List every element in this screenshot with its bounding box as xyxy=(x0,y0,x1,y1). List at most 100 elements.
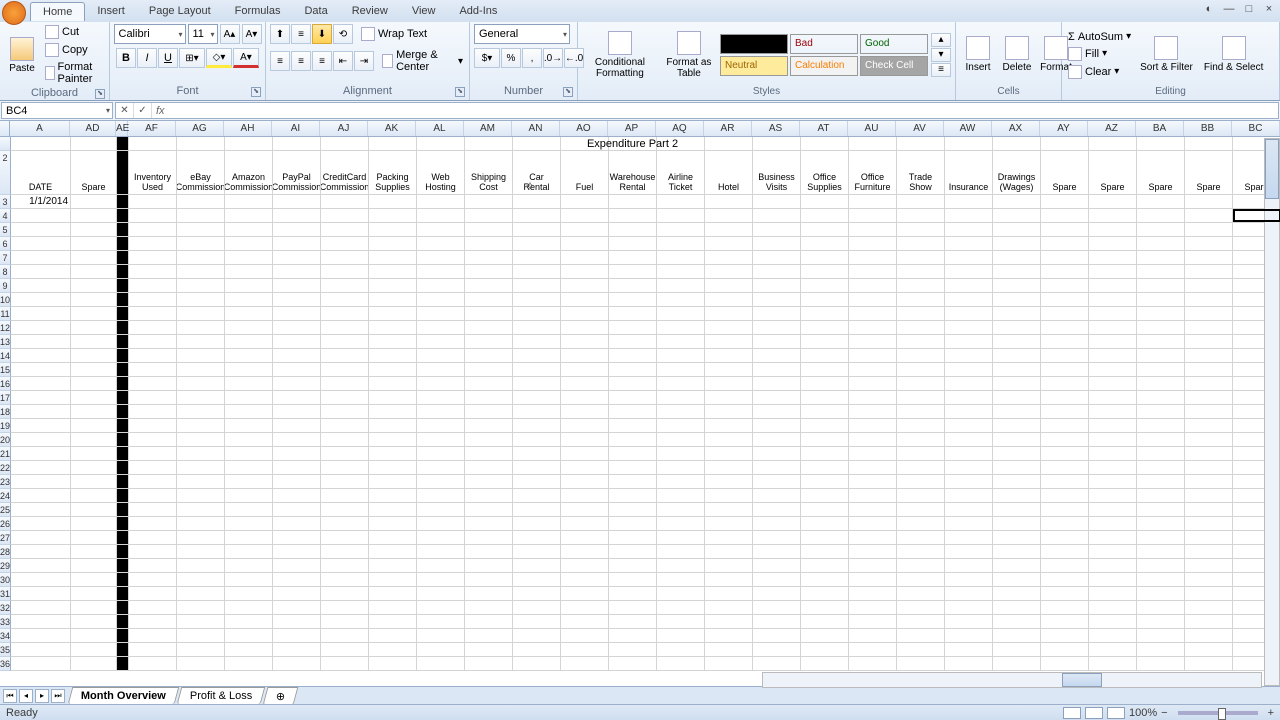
cell[interactable] xyxy=(513,335,561,348)
cell[interactable] xyxy=(225,209,273,222)
cell[interactable] xyxy=(417,195,465,208)
cell[interactable] xyxy=(993,405,1041,418)
cell[interactable] xyxy=(1041,629,1089,642)
cell[interactable] xyxy=(225,657,273,670)
header-cell[interactable] xyxy=(117,151,129,194)
cell[interactable] xyxy=(897,223,945,236)
cell[interactable] xyxy=(321,447,369,460)
cell[interactable] xyxy=(1137,531,1185,544)
cell[interactable] xyxy=(609,321,657,334)
cell[interactable] xyxy=(561,587,609,600)
cell[interactable] xyxy=(513,321,561,334)
cell[interactable] xyxy=(849,405,897,418)
cell[interactable] xyxy=(609,545,657,558)
cell[interactable] xyxy=(561,279,609,292)
cell[interactable] xyxy=(273,391,321,404)
cell[interactable] xyxy=(513,223,561,236)
cell[interactable] xyxy=(273,419,321,432)
cell[interactable] xyxy=(1089,601,1137,614)
cell[interactable] xyxy=(561,433,609,446)
cell[interactable] xyxy=(465,587,513,600)
cell[interactable] xyxy=(801,657,849,670)
conditional-formatting-button[interactable]: Conditional Formatting xyxy=(582,29,658,81)
cell[interactable] xyxy=(273,237,321,250)
cell[interactable] xyxy=(705,307,753,320)
column-header[interactable]: AG xyxy=(176,121,224,136)
format-painter-button[interactable]: Format Painter xyxy=(43,60,105,86)
header-cell[interactable]: Spare xyxy=(1041,151,1089,194)
cell[interactable] xyxy=(561,573,609,586)
cell[interactable] xyxy=(609,405,657,418)
normal-view-button[interactable] xyxy=(1063,707,1081,719)
cell[interactable] xyxy=(465,517,513,530)
cell[interactable] xyxy=(225,545,273,558)
cell[interactable] xyxy=(513,237,561,250)
cell[interactable] xyxy=(225,531,273,544)
cell[interactable] xyxy=(945,447,993,460)
cell[interactable] xyxy=(273,279,321,292)
tab-view[interactable]: View xyxy=(400,2,448,21)
cell[interactable] xyxy=(129,293,177,306)
cell[interactable] xyxy=(1185,587,1233,600)
cell[interactable] xyxy=(129,321,177,334)
cell[interactable] xyxy=(1185,279,1233,292)
cell[interactable] xyxy=(1041,265,1089,278)
cell[interactable] xyxy=(177,601,225,614)
cell[interactable] xyxy=(321,391,369,404)
cell[interactable] xyxy=(801,489,849,502)
cell[interactable] xyxy=(177,489,225,502)
cell[interactable] xyxy=(657,137,705,150)
cell[interactable] xyxy=(513,419,561,432)
cell[interactable] xyxy=(1041,293,1089,306)
cell[interactable] xyxy=(657,517,705,530)
cell[interactable] xyxy=(117,615,129,628)
cell[interactable] xyxy=(11,447,71,460)
cell[interactable] xyxy=(129,349,177,362)
cell[interactable] xyxy=(273,405,321,418)
cell[interactable] xyxy=(705,321,753,334)
cell[interactable] xyxy=(225,419,273,432)
wrap-text-button[interactable]: Wrap Text xyxy=(359,26,429,42)
cell[interactable] xyxy=(273,531,321,544)
cell[interactable] xyxy=(513,643,561,656)
cell[interactable] xyxy=(369,405,417,418)
cell[interactable] xyxy=(609,657,657,670)
cell[interactable] xyxy=(177,349,225,362)
border-button[interactable]: ⊞▾ xyxy=(179,48,205,68)
cell[interactable] xyxy=(417,251,465,264)
cell[interactable] xyxy=(705,279,753,292)
cell[interactable] xyxy=(129,517,177,530)
cell[interactable] xyxy=(801,629,849,642)
cell[interactable] xyxy=(417,279,465,292)
cell[interactable] xyxy=(1041,545,1089,558)
column-header[interactable]: AT xyxy=(800,121,848,136)
cell[interactable] xyxy=(1041,517,1089,530)
cell[interactable] xyxy=(849,601,897,614)
font-name-combo[interactable]: Calibri xyxy=(114,24,186,44)
cell[interactable] xyxy=(657,223,705,236)
cell[interactable] xyxy=(897,321,945,334)
cell[interactable] xyxy=(321,601,369,614)
cell[interactable] xyxy=(177,419,225,432)
cell[interactable] xyxy=(273,461,321,474)
cell[interactable] xyxy=(657,461,705,474)
cell[interactable] xyxy=(369,349,417,362)
cell[interactable] xyxy=(897,657,945,670)
cell[interactable] xyxy=(417,293,465,306)
cell[interactable] xyxy=(993,321,1041,334)
cell[interactable] xyxy=(513,503,561,516)
cell[interactable] xyxy=(1137,447,1185,460)
cell[interactable] xyxy=(657,293,705,306)
cell[interactable] xyxy=(1089,209,1137,222)
cell[interactable] xyxy=(1137,265,1185,278)
cell[interactable] xyxy=(71,419,117,432)
cell[interactable] xyxy=(225,195,273,208)
cell[interactable] xyxy=(177,587,225,600)
cell[interactable] xyxy=(753,237,801,250)
cell[interactable] xyxy=(225,559,273,572)
cell[interactable] xyxy=(801,405,849,418)
cell[interactable] xyxy=(705,377,753,390)
cell[interactable] xyxy=(1041,279,1089,292)
cell[interactable] xyxy=(177,643,225,656)
cell[interactable] xyxy=(321,279,369,292)
